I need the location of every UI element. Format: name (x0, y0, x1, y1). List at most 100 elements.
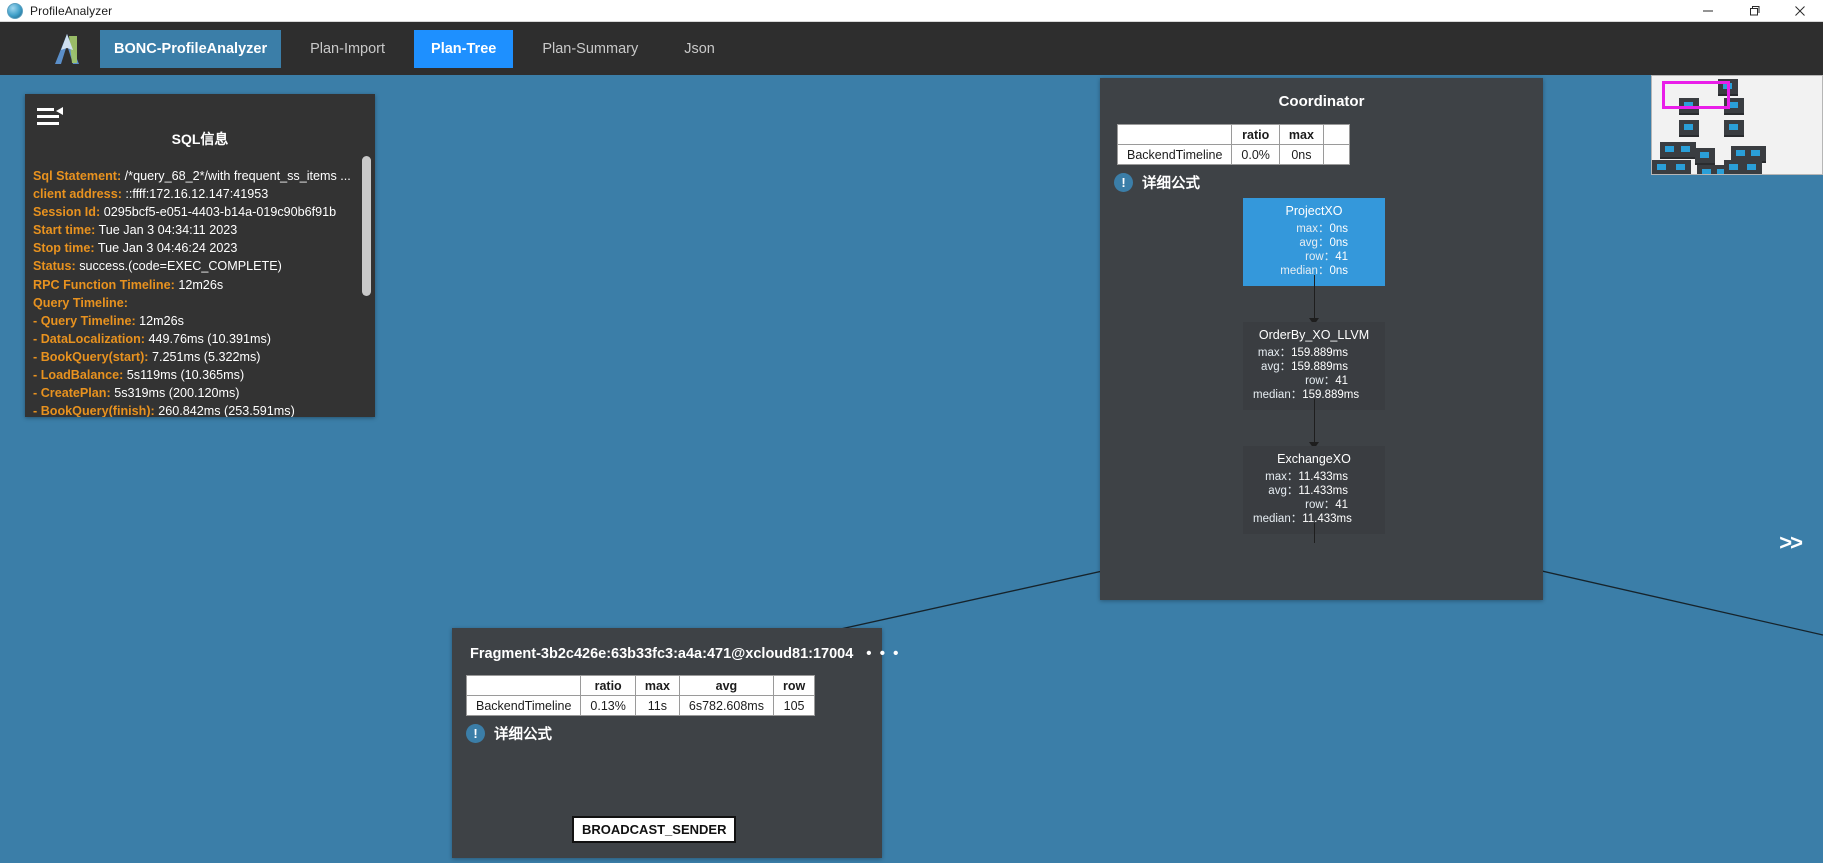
fragment-inner-node[interactable]: BROADCAST_SENDER (572, 816, 737, 843)
sql-line-value: Tue Jan 3 04:34:11 2023 (98, 223, 238, 238)
tab-plan-summary[interactable]: Plan-Summary (525, 30, 655, 68)
sql-line-key: - BookQuery(finish): (33, 404, 155, 417)
cell-max: 11s (634, 695, 680, 716)
sql-info-lines: Sql Statement: /*query_68_2*/with freque… (25, 167, 375, 417)
fragment-title-row: Fragment-3b2c426e:63b33fc3:a4a:471@xclou… (452, 628, 898, 662)
stat-value: 0ns (1329, 265, 1348, 277)
col-ratio: ratio (580, 675, 636, 696)
fragment-metric-table: ratio max avg row BackendTimeline 0.13% … (465, 675, 816, 716)
minimap-node (1724, 160, 1744, 174)
node-stats: max：0ns avg：0ns row：41 median：0ns (1253, 222, 1375, 278)
stat-value: 11.433ms (1302, 513, 1352, 525)
stat-key: median： (1253, 389, 1303, 401)
sql-line-value: /*query_68_2*/with frequent_ss_items ... (124, 169, 351, 183)
node-title: OrderBy_XO_LLVM (1258, 328, 1370, 342)
tab-plan-import[interactable]: Plan-Import (293, 30, 402, 68)
plan-node-orderby-xo-llvm[interactable]: OrderBy_XO_LLVM max：159.889ms avg：159.88… (1243, 322, 1385, 410)
window-title: ProfileAnalyzer (30, 3, 113, 18)
coordinator-title: Coordinator (1278, 93, 1365, 110)
sql-line-value: 449.76ms (10.391ms) (148, 331, 271, 346)
maximize-button[interactable] (1731, 0, 1777, 21)
cell-max: 0ns (1278, 144, 1324, 165)
sql-line-key: Query Timeline: (33, 295, 128, 310)
sql-line: Query Timeline: (33, 294, 365, 312)
tab-plan-tree[interactable]: Plan-Tree (414, 29, 514, 68)
tab-json[interactable]: Json (667, 30, 732, 68)
stat-value: 159.889ms (1291, 347, 1348, 359)
sql-line: client address: ::ffff:172.16.12.147:419… (33, 185, 365, 203)
cell-extra (1322, 144, 1350, 165)
col-empty (465, 675, 582, 696)
sql-line-value: 5s319ms (200.120ms) (114, 386, 240, 401)
row-label: BackendTimeline (1116, 144, 1233, 165)
sql-panel-scrollbar[interactable] (362, 156, 371, 387)
fragment-title: Fragment-3b2c426e:63b33fc3:a4a:471@xclou… (470, 645, 854, 662)
node-title: ExchangeXO (1277, 452, 1351, 466)
stat-key: row： (1305, 251, 1336, 263)
stat-key: max： (1296, 223, 1330, 235)
sql-line-key: - CreatePlan: (33, 386, 111, 401)
stat-key: max： (1265, 471, 1299, 483)
tab-bonc-profileanalyzer[interactable]: BONC-ProfileAnalyzer (100, 29, 282, 68)
sql-line-key: - DataLocalization: (33, 331, 145, 346)
fragment-formula-row[interactable]: ! 详细公式 (466, 723, 882, 744)
sql-line: Sql Statement: /*query_68_2*/with freque… (33, 167, 365, 185)
sql-line-key: - LoadBalance: (33, 368, 124, 383)
sql-line-key: - BookQuery(start): (33, 349, 149, 364)
stat-value: 11.433ms (1298, 471, 1348, 483)
node-stats: max：159.889ms avg：159.889ms row：41 media… (1253, 346, 1375, 402)
minimap-node (1742, 160, 1762, 174)
minimap-viewport-box[interactable] (1662, 81, 1730, 109)
stat-value: 0ns (1329, 237, 1348, 249)
fragment-menu-dots[interactable]: • • • (866, 645, 900, 662)
scrollbar-thumb[interactable] (362, 156, 371, 296)
coordinator-formula-row[interactable]: ! 详细公式 (1114, 172, 1543, 193)
edge-exchange-down (1314, 523, 1315, 543)
plan-tree-canvas[interactable]: SQL信息 Sql Statement: /*query_68_2*/with … (0, 75, 1823, 863)
close-button[interactable] (1777, 0, 1823, 21)
sql-line-value: ::ffff:172.16.12.147:41953 (125, 187, 269, 202)
sql-line-key: - Query Timeline: (33, 313, 136, 328)
minimap-node (1724, 120, 1744, 137)
minimap-node (1671, 160, 1691, 174)
sql-line: Start time: Tue Jan 3 04:34:11 2023 (33, 221, 365, 239)
collapse-menu-icon[interactable] (37, 106, 63, 128)
edge-projectxo-orderby (1314, 275, 1315, 323)
sql-panel-title: SQL信息 (171, 131, 229, 147)
stat-value: 0ns (1329, 223, 1348, 235)
expand-panel-button[interactable]: >> (1779, 530, 1803, 556)
sql-line-key: Start time: (33, 223, 96, 238)
cell-ratio: 0.13% (580, 695, 636, 716)
sql-line-key: RPC Function Timeline: (33, 277, 175, 292)
sql-line-key: Sql Statement: (33, 169, 122, 183)
plan-node-projectxo[interactable]: ProjectXO max：0ns avg：0ns row：41 median：… (1243, 198, 1385, 286)
sql-line: Session Id: 0295bcf5-e051-4403-b14a-019c… (33, 203, 365, 221)
sql-line: - CreatePlan: 5s319ms (200.120ms) (33, 384, 365, 402)
tab-label: Plan-Import (310, 40, 386, 57)
stat-value: 41 (1335, 499, 1348, 511)
node-stats: max：11.433ms avg：11.433ms row：41 median：… (1253, 470, 1375, 526)
sql-line: - BookQuery(finish): 260.842ms (253.591m… (33, 402, 365, 417)
cell-row: 105 (772, 695, 816, 716)
stat-value: 159.889ms (1291, 361, 1348, 373)
sql-info-panel: SQL信息 Sql Statement: /*query_68_2*/with … (25, 94, 375, 417)
stat-key: avg： (1261, 361, 1292, 373)
minimize-button[interactable] (1685, 0, 1731, 21)
formula-label: 详细公式 (494, 727, 552, 743)
sql-line-value: 260.842ms (253.591ms) (158, 404, 295, 417)
sql-line-value: 12m26s (178, 277, 224, 292)
table-row: BackendTimeline 0.0% 0ns (1116, 144, 1350, 165)
stat-key: median： (1253, 513, 1303, 525)
plan-tree-minimap[interactable] (1651, 75, 1823, 175)
col-extra (1322, 124, 1350, 145)
row-label: BackendTimeline (465, 695, 582, 716)
stat-value: 159.889ms (1302, 389, 1360, 401)
col-max: max (634, 675, 680, 696)
minimap-node (1676, 142, 1696, 159)
plan-node-exchangexo[interactable]: ExchangeXO max：11.433ms avg：11.433ms row… (1243, 446, 1385, 534)
window-controls (1685, 0, 1823, 21)
coordinator-metric-table: ratio max BackendTimeline 0.0% 0ns (1116, 124, 1350, 165)
tab-label: Plan-Summary (542, 40, 639, 57)
stat-value: 41 (1335, 375, 1348, 387)
table-header-row: ratio max avg row (465, 675, 816, 696)
